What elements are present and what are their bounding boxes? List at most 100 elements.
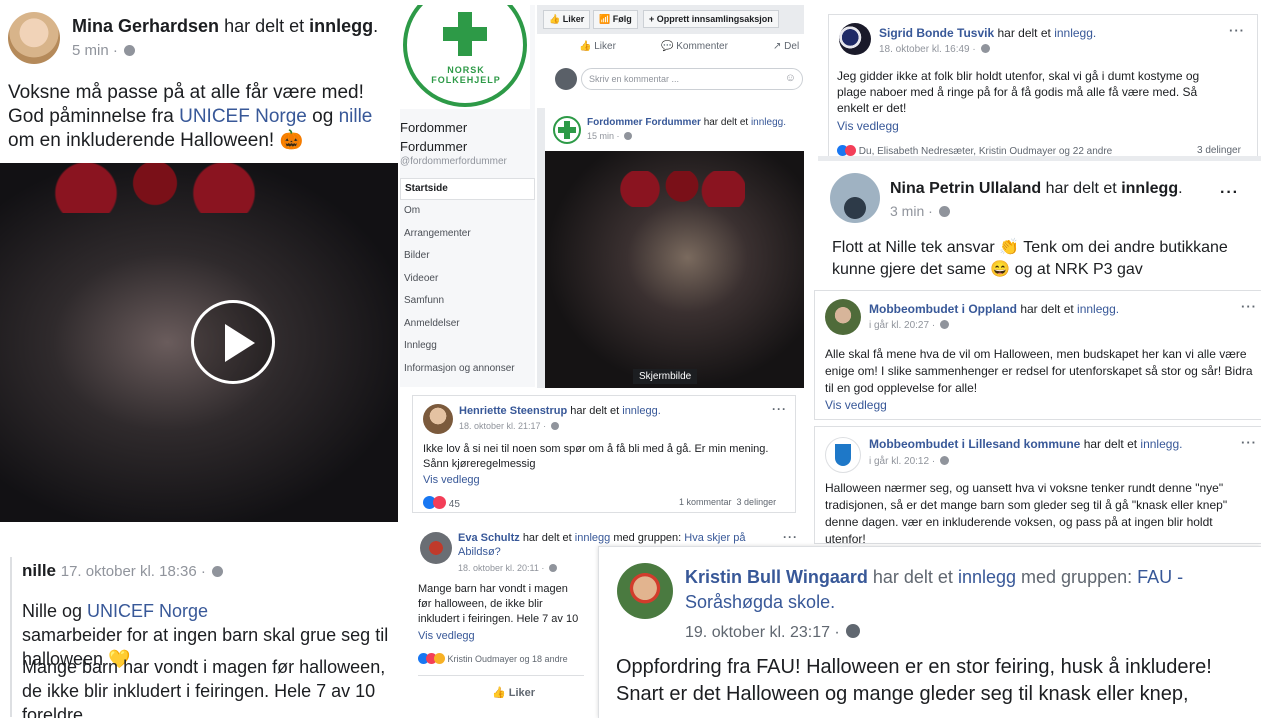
avatar[interactable] [8,12,60,64]
author-name[interactable]: Fordommer Fordummer [587,117,701,128]
logo-text: NORSK FOLKEHJELP [431,65,501,85]
engagement-stats[interactable]: 1 kommentar 3 delinger [679,497,776,507]
post-mobbeombudet-lillesand: Mobbeombudet i Lillesand kommune har del… [814,426,1261,544]
action-bar: 👍 Liker 💬 Kommenter ↗ Del Skriv en komme… [537,34,804,108]
reactors-text: Kristin Oudmayer og 18 andre [447,654,568,664]
post-image[interactable]: Skjermbilde [545,151,804,388]
nav-arrangementer[interactable]: Arrangementer [400,224,535,246]
time-text: 18. oktober kl. 20:11 [458,563,539,573]
post-time[interactable]: 18. oktober kl. 20:11 · [458,563,557,573]
divider [418,675,584,676]
nav-informasjon[interactable]: Informasjon og annonser [400,359,535,381]
avatar[interactable] [825,437,861,473]
more-options-icon[interactable]: ··· [1241,299,1257,314]
share-action[interactable]: ↗ Del [773,41,799,52]
see-attachment-link[interactable]: Vis vedlegg [423,474,480,486]
video-player[interactable] [0,163,398,522]
page-name[interactable]: Fordommer Fordummer [400,118,535,156]
see-attachment-link[interactable]: Vis vedlegg [837,119,899,133]
nav-bilder[interactable]: Bilder [400,246,535,268]
play-button[interactable] [191,300,275,384]
more-options-icon[interactable]: ··· [1220,184,1239,202]
post-time[interactable]: 18. oktober kl. 16:49 · [879,44,990,55]
more-options-icon[interactable]: ··· [1229,23,1245,38]
nav-videoer[interactable]: Videoer [400,269,535,291]
page-logo[interactable]: NORSK FOLKEHJELP [400,5,530,109]
nav-om[interactable]: Om [400,201,535,223]
author-name[interactable]: Kristin Bull Wingaard [685,567,868,587]
author-name[interactable]: Mina Gerhardsen [72,16,219,36]
avatar[interactable] [839,23,871,55]
post-header: nille 17. oktober kl. 18:36 · [22,561,224,581]
tooltip: Skjermbilde [633,369,698,384]
nav-startside[interactable]: Startside [400,178,535,200]
fundraiser-button[interactable]: + Opprett innsamlingsaksjon [643,10,779,28]
mention-unicef[interactable]: UNICEF Norge [179,106,307,127]
post-header: Fordommer Fordummer har delt et innlegg. [587,117,786,128]
post-link[interactable]: innlegg. [751,117,786,128]
shared-text: har delt et [997,26,1051,40]
time-text: 5 min [72,42,109,59]
avatar[interactable] [420,532,452,564]
post-time[interactable]: i går kl. 20:12 · [869,456,949,467]
globe-icon [548,564,557,572]
author-name[interactable]: Nina Petrin Ullaland [890,180,1041,197]
post-time[interactable]: 17. oktober kl. 18:36 · [61,563,224,580]
author-name[interactable]: Sigrid Bonde Tusvik [879,26,994,40]
post-time[interactable]: 15 min · [587,131,633,141]
author-name[interactable]: nille [22,561,56,580]
avatar[interactable] [423,404,453,434]
post-time[interactable]: 5 min · [72,42,136,59]
post-time[interactable]: 19. oktober kl. 23:17 · [685,624,861,642]
post-link[interactable]: innlegg. [1140,437,1182,451]
mention-nille[interactable]: nille [339,106,373,127]
nav-anmeldelser[interactable]: Anmeldelser [400,314,535,336]
avatar[interactable] [555,68,577,90]
post-link[interactable]: innlegg [1121,180,1178,197]
post-link[interactable]: innlegg. [1077,302,1119,316]
comment-action[interactable]: 💬 Kommenter [661,41,728,52]
author-name[interactable]: Mobbeombudet i Lillesand kommune [869,437,1080,451]
comment-input[interactable]: Skriv en kommentar ... ☺ [581,68,803,90]
post-link[interactable]: innlegg [958,567,1016,587]
label: Opprett innsamlingsaksjon [656,14,773,24]
like-page-button[interactable]: 👍 Liker [543,10,591,29]
post-link[interactable]: innlegg [309,16,373,36]
time-text: 15 min [587,131,615,141]
like-button[interactable]: 👍 Liker [492,686,535,699]
flower-crown-image [605,171,745,207]
post-header: Henriette Steenstrup har delt et innlegg… [459,405,661,417]
see-attachment-link[interactable]: Vis vedlegg [418,630,475,642]
post-time[interactable]: 3 min · [890,203,950,219]
more-options-icon[interactable]: ··· [772,402,787,416]
more-options-icon[interactable]: ··· [783,530,798,544]
label: Liker [508,687,536,699]
nav-samfunn[interactable]: Samfunn [400,291,535,313]
post-time[interactable]: i går kl. 20:27 · [869,320,949,331]
post-link[interactable]: innlegg. [622,405,661,417]
page-handle[interactable]: @fordommerfordummer [400,156,507,167]
post-link[interactable]: innlegg [575,532,610,544]
author-name[interactable]: Eva Schultz [458,532,520,544]
avatar[interactable] [617,563,673,619]
more-options-icon[interactable]: ··· [1241,435,1257,450]
author-name[interactable]: Henriette Steenstrup [459,405,567,417]
shares-count[interactable]: 3 delinger [1197,145,1241,156]
avatar[interactable] [825,299,861,335]
like-action[interactable]: 👍 Liker [579,41,616,52]
avatar[interactable] [553,116,581,144]
emoji-icon[interactable]: ☺ [785,72,796,84]
post-link[interactable]: innlegg. [1054,26,1096,40]
author-name[interactable]: Mobbeombudet i Oppland [869,302,1017,316]
page-actions: 👍 Liker 📶 Følg + Opprett innsamlingsaksj… [543,10,798,32]
comments-count: 1 kommentar [679,497,732,507]
follow-button[interactable]: 📶 Følg [593,10,638,29]
reactions-summary[interactable]: Kristin Oudmayer og 18 andre [418,653,588,664]
mention-unicef[interactable]: UNICEF Norge [87,601,208,621]
post-time[interactable]: 18. oktober kl. 21:17 · [459,421,559,431]
reactions-summary[interactable]: 45 [423,496,460,510]
nav-innlegg[interactable]: Innlegg [400,336,535,358]
avatar[interactable] [830,173,880,223]
see-attachment-link[interactable]: Vis vedlegg [825,398,887,412]
post-header: Nina Petrin Ullaland har delt et innlegg… [890,180,1183,197]
